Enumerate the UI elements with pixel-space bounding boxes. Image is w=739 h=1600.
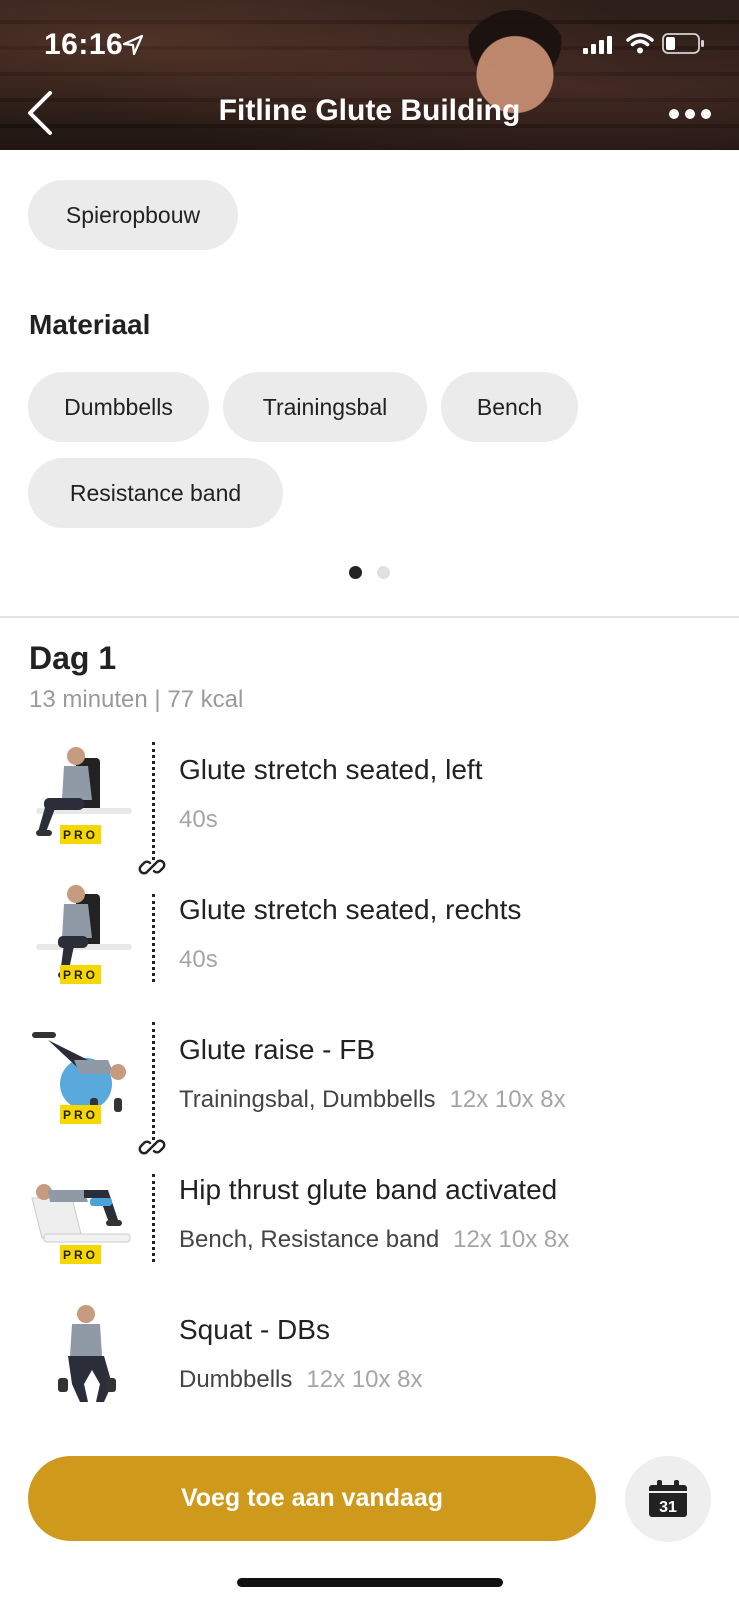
page-dot-active[interactable] [349, 566, 362, 579]
exercise-meta: 40s [179, 946, 218, 974]
material-chip-resistance-band[interactable]: Resistance band [28, 458, 283, 528]
material-chip-bench[interactable]: Bench [441, 372, 578, 442]
exercise-thumbnail [58, 1305, 116, 1402]
exercise-name: Glute raise - FB [179, 1034, 376, 1065]
wifi-icon [626, 33, 654, 54]
day-title: Dag 1 [29, 640, 117, 676]
exercise-name: Hip thrust glute band activated [179, 1174, 558, 1205]
pro-badge: PRO [60, 965, 101, 984]
exercise-meta: Bench, Resistance band 12x 10x 8x [179, 1226, 569, 1254]
location-arrow-icon [122, 34, 144, 56]
goal-chip[interactable]: Spieropbouw [28, 180, 238, 250]
page-indicator [0, 566, 739, 580]
exercise-sets: 12x 10x 8x [306, 1366, 423, 1393]
exercise-row[interactable]: PRO Glute stretch seated, rechts 40s [0, 882, 739, 1012]
exercise-meta: Dumbbells 12x 10x 8x [179, 1366, 422, 1394]
exercise-sets: 12x 10x 8x [449, 1086, 566, 1113]
link-icon [138, 859, 166, 875]
material-chip-dumbbells[interactable]: Dumbbells [28, 372, 209, 442]
back-icon[interactable] [24, 90, 56, 136]
material-chip-trainingsbal[interactable]: Trainingsbal [223, 372, 427, 442]
header: 16:16 Fitline Glute Building [0, 0, 739, 150]
calendar-day: 31 [659, 1499, 677, 1516]
exercise-name: Squat - DBs [179, 1314, 330, 1345]
more-icon[interactable] [668, 104, 712, 124]
exercise-row[interactable]: PRO Glute stretch seated, left 40s [0, 742, 739, 872]
status-bar: 16:16 [0, 0, 739, 90]
exercise-duration: 40s [179, 946, 218, 973]
signal-icon [583, 36, 612, 54]
calendar-icon: 31 [649, 1480, 687, 1517]
superset-connector [152, 742, 155, 860]
exercise-row[interactable]: Squat - DBs Dumbbells 12x 10x 8x [0, 1302, 739, 1432]
exercise-sets: 12x 10x 8x [453, 1226, 570, 1253]
exercise-name: Glute stretch seated, left [179, 754, 483, 785]
pro-badge: PRO [60, 1105, 101, 1124]
exercise-equipment: Bench, Resistance band [179, 1226, 440, 1253]
pro-badge: PRO [60, 1245, 101, 1264]
exercise-row[interactable]: PRO Hip thrust glute band activated Benc… [0, 1162, 739, 1292]
battery-icon [662, 33, 704, 54]
exercise-name: Glute stretch seated, rechts [179, 894, 522, 925]
superset-connector [152, 894, 155, 982]
add-to-today-button[interactable]: Voeg toe aan vandaag [28, 1456, 596, 1541]
exercise-equipment: Dumbbells [179, 1366, 293, 1393]
superset-connector [152, 1174, 155, 1262]
pro-badge: PRO [60, 825, 101, 844]
page-dot[interactable] [377, 566, 390, 579]
exercise-equipment: Trainingsbal, Dumbbells [179, 1086, 436, 1113]
exercise-row[interactable]: PRO Glute raise - FB Trainingsbal, Dumbb… [0, 1022, 739, 1152]
home-indicator [237, 1578, 503, 1587]
calendar-button[interactable]: 31 [625, 1456, 711, 1542]
material-heading: Materiaal [29, 309, 151, 340]
status-time: 16:16 [44, 28, 124, 61]
day-summary: 13 minuten | 77 kcal [29, 686, 244, 713]
exercise-duration: 40s [179, 806, 218, 833]
link-icon [138, 1139, 166, 1155]
divider [0, 616, 739, 618]
exercise-meta: 40s [179, 806, 218, 834]
exercise-meta: Trainingsbal, Dumbbells 12x 10x 8x [179, 1086, 566, 1114]
superset-connector [152, 1022, 155, 1140]
page-title: Fitline Glute Building [218, 94, 521, 127]
